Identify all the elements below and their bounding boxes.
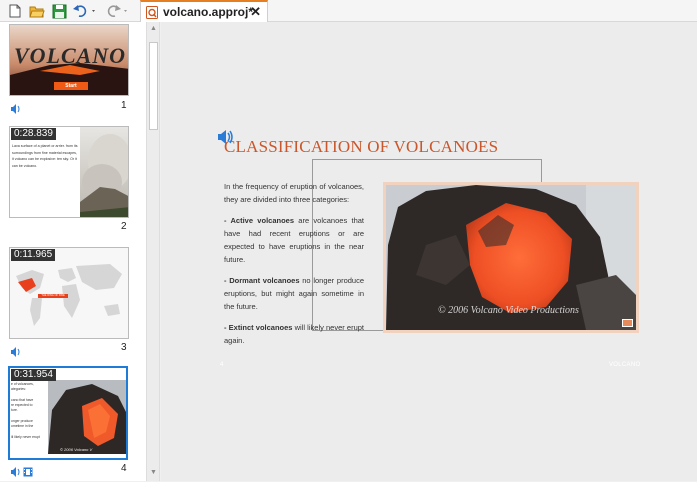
slide-duration-2: 0:28.839 bbox=[11, 128, 56, 140]
slide-4-text: e of volcanoes, ategories: cano that hav… bbox=[11, 382, 47, 440]
audio-icon bbox=[10, 464, 21, 482]
slide-4-watermark: © 2006 Volcano V bbox=[60, 447, 93, 452]
slide-4-text-line: ture. bbox=[11, 408, 18, 412]
slide-4-text-line: ategories: bbox=[11, 387, 26, 391]
undo-icon[interactable] bbox=[72, 2, 98, 20]
extinct-term: - Extinct volcanoes bbox=[224, 323, 293, 332]
close-tab-icon[interactable]: ✕ bbox=[250, 4, 261, 20]
active-term: - Active volcanoes bbox=[224, 216, 294, 225]
slide-1-title: VOLCANO bbox=[13, 43, 127, 68]
slide-page-number: 4 bbox=[220, 362, 224, 368]
slide-4-video-thumb bbox=[48, 380, 126, 454]
tab-label: volcano.approj* bbox=[163, 5, 254, 19]
slide-footer-label: VOLCANO bbox=[609, 362, 641, 368]
redo-icon[interactable] bbox=[104, 2, 130, 20]
slide-thumbnail-1[interactable]: VOLCANO Start bbox=[9, 24, 129, 96]
slide-4-text-line: ill likely never erupt bbox=[11, 435, 40, 439]
video-film-icon bbox=[23, 464, 33, 482]
slide-list-panel: VOLCANO Start 1 Lava surface of a planet… bbox=[0, 22, 146, 481]
slide-number-3: 3 bbox=[121, 342, 127, 353]
slide-2-text: Lava surface of a planet or arrier. from… bbox=[12, 144, 78, 168]
slide-body-text[interactable]: In the frequency of eruption of volcanoe… bbox=[224, 180, 364, 355]
slide-3-map-label: THE RING OF FIRE bbox=[38, 294, 68, 298]
slide-number-4: 4 bbox=[121, 463, 127, 474]
slide-3-world-map bbox=[10, 248, 128, 338]
audio-icon bbox=[10, 101, 21, 119]
dormant-term: - Dormant volcanoes bbox=[224, 276, 300, 285]
slide-list-scrollbar[interactable]: ▲ ▼ bbox=[146, 22, 160, 481]
new-file-icon[interactable] bbox=[6, 2, 24, 20]
scroll-up-arrow-icon[interactable]: ▲ bbox=[150, 25, 157, 32]
extinct-paragraph: - Extinct volcanoes will likely never er… bbox=[224, 321, 364, 347]
video-caption: © 2006 Volcano Video Productions bbox=[438, 305, 579, 316]
open-folder-icon[interactable] bbox=[28, 2, 46, 20]
toolbar: volcano.approj* ✕ bbox=[0, 0, 697, 22]
slide-4-text-line: ometime in the bbox=[11, 424, 34, 428]
slide-duration-3: 0:11.965 bbox=[11, 249, 56, 261]
slide-1-start-button: Start bbox=[54, 82, 88, 90]
slide-number-1: 1 bbox=[121, 100, 127, 111]
slide-thumbnail-4[interactable]: e of volcanoes, ategories: cano that hav… bbox=[8, 366, 128, 460]
active-paragraph: - Active volcanoes are volcanoes that ha… bbox=[224, 214, 364, 266]
scrollbar-thumb[interactable] bbox=[149, 42, 158, 130]
save-icon[interactable] bbox=[50, 2, 68, 20]
slide-2-image bbox=[80, 127, 128, 217]
slide-duration-4: 0:31.954 bbox=[11, 369, 56, 381]
intro-paragraph: In the frequency of eruption of volcanoe… bbox=[224, 182, 364, 204]
audio-icon bbox=[10, 344, 21, 362]
document-tab[interactable]: volcano.approj* ✕ bbox=[140, 0, 268, 22]
video-object[interactable]: © 2006 Volcano Video Productions bbox=[383, 182, 639, 333]
slide-number-2: 2 bbox=[121, 221, 127, 232]
dormant-paragraph: - Dormant volcanoes no longer produce er… bbox=[224, 274, 364, 313]
slide-thumbnail-3[interactable]: THE RING OF FIRE 0:11.965 bbox=[9, 247, 129, 339]
slide-thumbnail-2[interactable]: Lava surface of a planet or arrier. from… bbox=[9, 126, 129, 218]
slide-title[interactable]: CLASSIFICATION OF VOLCANOES bbox=[224, 137, 498, 157]
video-marker-icon bbox=[622, 319, 633, 327]
scroll-down-arrow-icon[interactable]: ▼ bbox=[150, 469, 157, 476]
